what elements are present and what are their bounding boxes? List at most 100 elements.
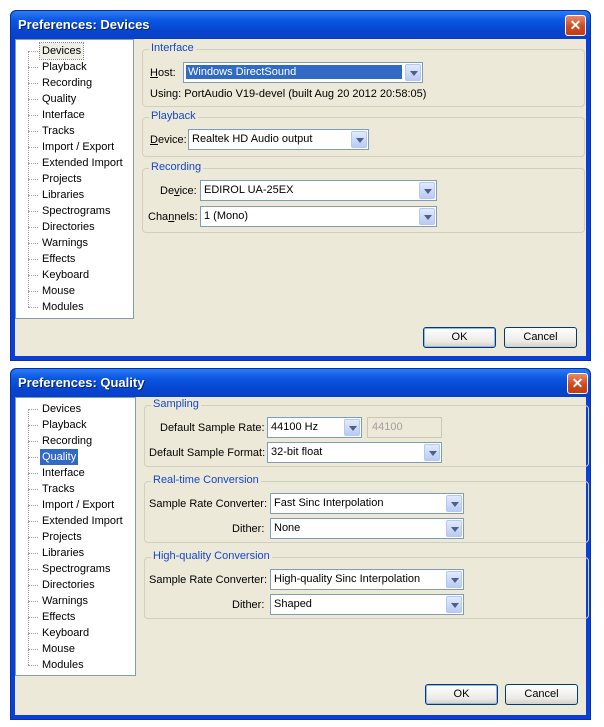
chevron-down-icon[interactable] (419, 182, 435, 199)
custom-rate-field[interactable]: 44100 (367, 417, 442, 438)
tree-item-label: Extended Import (42, 157, 123, 169)
tree-item-label: Modules (42, 301, 84, 313)
tree-item-label: Quality (42, 93, 77, 105)
sample-rate-value: 44100 Hz (271, 421, 319, 433)
quality-title-bar[interactable]: Preferences: Quality ✕ (11, 369, 590, 397)
tree-connector (28, 211, 38, 212)
realtime-group: Real-time Conversion Sample Rate Convert… (144, 474, 589, 543)
tree-connector (28, 537, 38, 538)
realtime-converter-label: Sample Rate Converter: (149, 498, 267, 510)
tree-item-label: Modules (42, 659, 84, 671)
group-title: Real-time Conversion (151, 474, 261, 486)
tree-item-label: Spectrograms (42, 563, 111, 575)
hq-converter-label: Sample Rate Converter: (149, 574, 267, 586)
quality-client: Devices Playback Recording Quality Interface… (15, 397, 589, 715)
hq-dither-value: Shaped (274, 598, 312, 610)
realtime-dither-dropdown[interactable]: None (270, 518, 464, 539)
chevron-down-icon[interactable] (405, 64, 421, 81)
tree-item-label: Warnings (42, 595, 89, 607)
tree-connector (28, 99, 38, 100)
host-dropdown[interactable]: Windows DirectSound (183, 62, 423, 83)
tree-connector (28, 307, 38, 308)
hq-dither-label: Dither: (232, 599, 265, 611)
tree-connector (28, 195, 38, 196)
tree-item-label: Extended Import (42, 515, 123, 527)
ok-button[interactable]: OK (425, 684, 498, 705)
close-button[interactable]: ✕ (567, 373, 588, 394)
tree-connector (28, 441, 38, 442)
playback-group: Playback Device: Realtek HD Audio output (142, 110, 585, 157)
chevron-down-icon[interactable] (419, 208, 435, 225)
sampling-group: Sampling Default Sample Rate: 44100 Hz 4… (144, 398, 589, 467)
tree-connector (28, 601, 38, 602)
tree-item-label: Devices (42, 403, 82, 415)
channels-dropdown[interactable]: 1 (Mono) (200, 206, 437, 227)
portaudio-info: Using: PortAudio V19-devel (built Aug 20… (150, 88, 427, 100)
devices-window: Preferences: Devices ✕ Devices Playback Re… (10, 10, 591, 361)
tree-item-label: Devices (38, 42, 85, 60)
tree-connector (28, 425, 38, 426)
hq-dither-dropdown[interactable]: Shaped (270, 594, 464, 615)
ok-button[interactable]: OK (423, 327, 496, 348)
playback-device-value: Realtek HD Audio output (192, 133, 313, 145)
recording-device-dropdown[interactable]: EDIROL UA-25EX (200, 180, 437, 201)
tree-item-label: Projects (42, 531, 82, 543)
playback-device-dropdown[interactable]: Realtek HD Audio output (188, 129, 369, 150)
host-label: Host: (150, 67, 176, 79)
cancel-button[interactable]: Cancel (505, 684, 578, 705)
tree-connector (28, 147, 38, 148)
interface-group: Interface Host: Windows DirectSound Usin… (142, 42, 585, 107)
tree-item-label: Interface (42, 109, 85, 121)
tree-item-label: Effects (42, 611, 76, 623)
chevron-down-icon[interactable] (446, 571, 462, 588)
close-icon: ✕ (569, 17, 582, 33)
devices-title-bar[interactable]: Preferences: Devices ✕ (11, 11, 590, 39)
chevron-down-icon[interactable] (446, 520, 462, 537)
close-button[interactable]: ✕ (565, 15, 586, 36)
tree-item-label: Import / Export (42, 499, 115, 511)
hq-converter-dropdown[interactable]: High-quality Sinc Interpolation (270, 569, 464, 590)
cancel-button[interactable]: Cancel (504, 327, 577, 348)
tree-connector (28, 179, 38, 180)
sample-format-label: Default Sample Format: (149, 447, 266, 459)
tree-connector (28, 409, 38, 410)
group-title: Playback (149, 110, 198, 122)
tree-item-label: Import / Export (42, 141, 115, 153)
tree-item-label: Directories (42, 579, 95, 591)
playback-device-label: Device: (150, 134, 187, 146)
chevron-down-icon[interactable] (424, 444, 440, 461)
tree-item-label: Effects (42, 253, 76, 265)
tree-connector (28, 521, 38, 522)
recording-group: Recording Device: EDIROL UA-25EX Channel… (142, 161, 585, 233)
realtime-dither-label: Dither: (232, 523, 265, 535)
tree-connector (28, 489, 38, 490)
tree-item-label: Libraries (42, 189, 85, 201)
tree-connector (28, 505, 38, 506)
sample-rate-dropdown[interactable]: 44100 Hz (267, 417, 362, 438)
group-title: Interface (149, 42, 196, 54)
host-value: Windows DirectSound (186, 65, 402, 79)
sample-format-value: 32-bit float (271, 446, 323, 458)
chevron-down-icon[interactable] (446, 495, 462, 512)
quality-window: Preferences: Quality ✕ Devices Playback Re… (10, 368, 591, 720)
tree-connector (28, 227, 38, 228)
group-title: Sampling (151, 398, 201, 410)
realtime-converter-dropdown[interactable]: Fast Sinc Interpolation (270, 493, 464, 514)
tree-connector (28, 617, 38, 618)
tree-item-label: Spectrograms (42, 205, 111, 217)
tree-item-label: Keyboard (42, 269, 90, 281)
tree-connector (28, 163, 38, 164)
sample-format-dropdown[interactable]: 32-bit float (267, 442, 442, 463)
tree-item-label: Tracks (42, 483, 75, 495)
tree-connector (28, 633, 38, 634)
custom-rate-value: 44100 (372, 421, 403, 433)
tree-connector (28, 275, 38, 276)
chevron-down-icon[interactable] (446, 596, 462, 613)
tree-connector (28, 67, 38, 68)
chevron-down-icon[interactable] (351, 131, 367, 148)
tree-connector (28, 473, 38, 474)
chevron-down-icon[interactable] (344, 419, 360, 436)
tree-connector (28, 569, 38, 570)
tree-item-label: Playback (42, 61, 87, 73)
tree-connector (28, 553, 38, 554)
